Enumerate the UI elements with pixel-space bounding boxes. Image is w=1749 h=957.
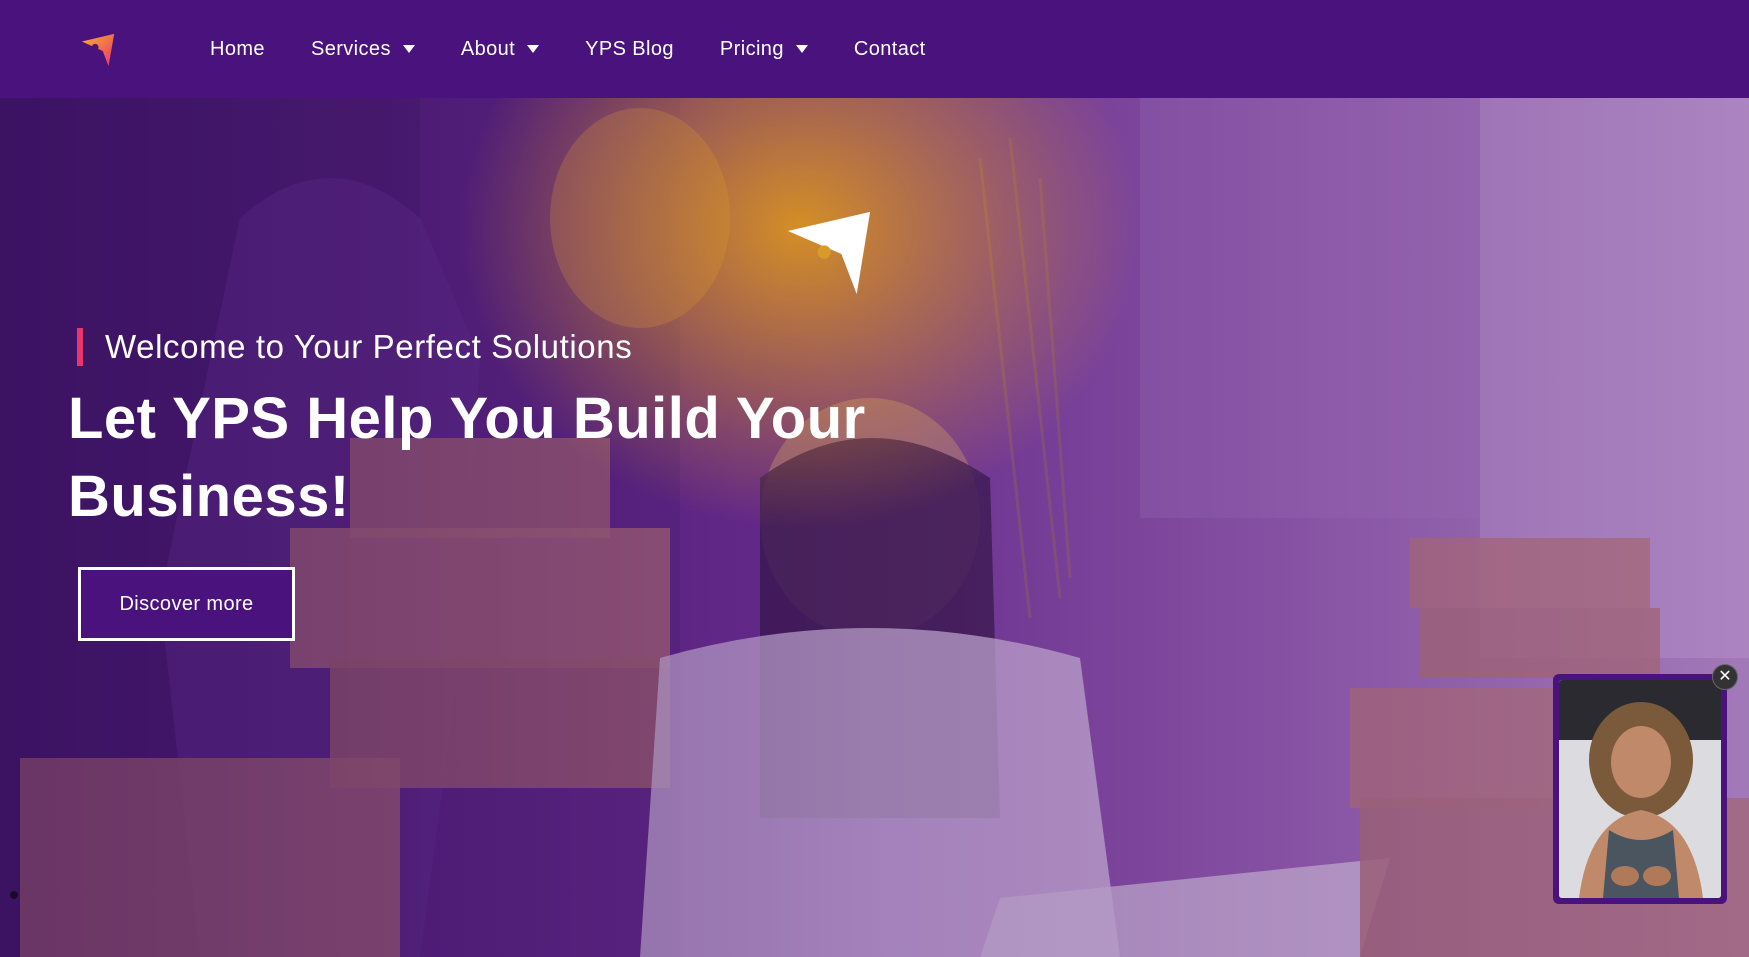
video-popup[interactable]	[1553, 674, 1727, 904]
nav-item-pricing[interactable]: Pricing	[720, 38, 808, 61]
video-person-image	[1559, 680, 1721, 898]
nav-item-label: Home	[210, 37, 265, 60]
video-thumbnail[interactable]	[1559, 680, 1721, 898]
caret-down-icon	[795, 45, 808, 53]
nav-item-label: Contact	[853, 37, 926, 60]
yps-arrow-logo-icon	[787, 211, 871, 295]
yps-logo-icon[interactable]	[80, 32, 118, 70]
nav-item-about[interactable]: About	[460, 37, 540, 61]
page: Home Services About YPS Blog Pricing Con…	[0, 0, 1749, 957]
caret-down-icon	[527, 45, 540, 53]
hero-headline-line2: Business!	[68, 464, 350, 529]
nav-item-services[interactable]: Services	[311, 38, 415, 61]
nav-item-label: Services	[310, 37, 391, 60]
nav-item-label: About	[460, 37, 516, 60]
hero-section: Welcome to Your Perfect Solutions Let YP…	[0, 98, 1749, 957]
slider-dot[interactable]	[10, 891, 18, 899]
close-icon[interactable]: ✕	[1712, 664, 1738, 690]
main-nav-menu: Home Services About YPS Blog Pricing Con…	[210, 0, 972, 98]
nav-item-label: YPS Blog	[585, 37, 674, 60]
caret-down-icon	[402, 45, 415, 53]
hero-tagline: Welcome to Your Perfect Solutions	[77, 328, 632, 366]
top-navbar: Home Services About YPS Blog Pricing Con…	[0, 0, 1749, 98]
nav-item-contact[interactable]: Contact	[854, 38, 926, 61]
tagline-accent-bar	[77, 328, 83, 366]
nav-item-label: Pricing	[719, 37, 784, 60]
discover-more-button[interactable]: Discover more	[78, 567, 295, 641]
nav-item-home[interactable]: Home	[210, 38, 265, 61]
tagline-text: Welcome to Your Perfect Solutions	[105, 328, 633, 365]
hero-headline: Let YPS Help You Build Your Business!	[68, 380, 968, 536]
nav-item-yps-blog[interactable]: YPS Blog	[585, 38, 674, 61]
hero-headline-line1: Let YPS Help You Build Your	[68, 386, 866, 451]
